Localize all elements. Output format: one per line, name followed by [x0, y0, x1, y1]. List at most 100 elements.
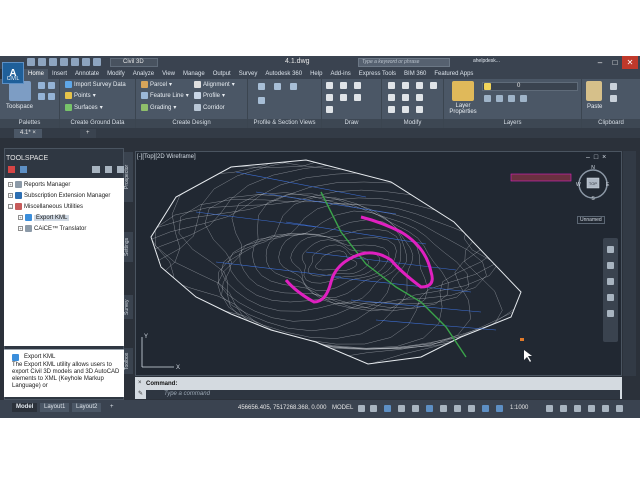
palettes-panel-title[interactable]: Palettes — [0, 119, 59, 128]
close-icon[interactable]: × — [138, 380, 142, 386]
minimize-viewport-icon[interactable]: – — [586, 154, 590, 161]
lineweight-icon[interactable] — [454, 405, 461, 412]
otrack-icon[interactable] — [426, 405, 433, 412]
palette-icon[interactable] — [38, 82, 45, 89]
tab-settings[interactable]: Settings — [124, 232, 133, 262]
copy-icon[interactable] — [388, 94, 395, 101]
tab-autodesk-360[interactable]: Autodesk 360 — [261, 69, 306, 79]
grading-button[interactable]: Grading ▾ — [141, 104, 176, 111]
tab-home[interactable]: Home — [24, 69, 49, 79]
points-button[interactable]: Points ▾ — [65, 92, 96, 99]
tab-toolbox[interactable]: Toolbox — [124, 348, 133, 374]
tab-view[interactable]: View — [158, 69, 179, 79]
steering-wheel-icon[interactable] — [607, 246, 614, 253]
expand-icon[interactable]: + — [8, 182, 13, 187]
customize-icon[interactable]: ✎ — [138, 390, 143, 397]
viewport-controls[interactable]: [-][Top][2D Wireframe] — [137, 154, 196, 160]
tree-item-subscription[interactable]: + Subscription Extension Manager — [8, 192, 110, 199]
move-icon[interactable] — [388, 82, 395, 89]
mirror-icon[interactable] — [402, 94, 409, 101]
toolspace-tool-icon[interactable] — [8, 166, 16, 173]
toolspace-button[interactable]: Toolspace — [6, 104, 33, 110]
profile-view-icon[interactable] — [258, 83, 265, 90]
layer-tool-icon[interactable] — [496, 95, 503, 102]
stretch-icon[interactable] — [388, 106, 395, 113]
tab-express-tools[interactable]: Express Tools — [355, 69, 400, 79]
tree-item-misc-utilities[interactable]: – Miscellaneous Utilities — [8, 203, 83, 210]
trim-icon[interactable] — [416, 82, 423, 89]
drawing-canvas[interactable]: Y X — [135, 151, 622, 376]
clipboard-panel-title[interactable]: Clipboard — [582, 119, 640, 128]
fillet-icon[interactable] — [416, 94, 423, 101]
pan-icon[interactable] — [607, 262, 614, 269]
zoom-icon[interactable] — [607, 278, 614, 285]
hardware-acceleration-icon[interactable] — [588, 405, 595, 412]
profile-button[interactable]: Profile ▾ — [194, 92, 225, 99]
expand-icon[interactable]: + — [8, 193, 13, 198]
import-survey-data-button[interactable]: Import Survey Data — [65, 81, 126, 88]
tab-add-ins[interactable]: Add-ins — [326, 69, 354, 79]
profile-view-thumbnail[interactable] — [510, 173, 572, 182]
annotation-visibility-icon[interactable] — [482, 405, 489, 412]
polyline-icon[interactable] — [340, 82, 347, 89]
corridor-button[interactable]: Corridor — [194, 104, 225, 111]
showmotion-icon[interactable] — [607, 310, 614, 317]
palette-icon[interactable] — [48, 93, 55, 100]
hatch-icon[interactable] — [354, 94, 361, 101]
annotation-scale-dropdown[interactable]: 1:1000 — [510, 405, 528, 411]
tab-bim-360[interactable]: BIM 360 — [400, 69, 430, 79]
isodraft-icon[interactable] — [412, 405, 419, 412]
workspace-icon[interactable] — [560, 405, 567, 412]
tab-layout2[interactable]: Layout2 — [72, 403, 102, 412]
tab-output[interactable]: Output — [209, 69, 235, 79]
viewcube[interactable]: TOP N W E S — [574, 164, 612, 200]
snap-icon[interactable] — [370, 405, 377, 412]
open-icon[interactable] — [38, 58, 46, 66]
tab-help[interactable]: Help — [306, 69, 326, 79]
array-icon[interactable] — [416, 106, 423, 113]
cut-icon[interactable] — [610, 83, 617, 90]
surfaces-button[interactable]: Surfaces ▾ — [65, 104, 103, 111]
layer-dropdown[interactable]: 0 — [482, 82, 578, 91]
tab-layout1[interactable]: Layout1 — [40, 403, 70, 412]
extend-icon[interactable] — [430, 82, 437, 89]
toolspace-tool-icon[interactable] — [20, 166, 28, 173]
layer-properties-icon[interactable] — [452, 81, 474, 101]
create-design-panel-title[interactable]: Create Design — [136, 119, 247, 128]
tab-modify[interactable]: Modify — [103, 69, 129, 79]
help-search-input[interactable]: Type a keyword or phrase — [358, 58, 450, 67]
rotate-icon[interactable] — [402, 82, 409, 89]
alignment-button[interactable]: Alignment ▾ — [194, 81, 235, 88]
workspace-dropdown[interactable]: Civil 3D — [110, 58, 158, 67]
sample-lines-icon[interactable] — [274, 83, 281, 90]
tab-survey[interactable]: Survey — [235, 69, 262, 79]
clean-screen-icon[interactable] — [602, 405, 609, 412]
close-icon[interactable]: ✕ — [622, 56, 638, 69]
orbit-icon[interactable] — [607, 294, 614, 301]
circle-icon[interactable] — [354, 82, 361, 89]
layer-tool-icon[interactable] — [484, 95, 491, 102]
ground-data-panel-title[interactable]: Create Ground Data — [60, 119, 135, 128]
text-icon[interactable] — [326, 106, 333, 113]
redo-icon[interactable] — [93, 58, 101, 66]
undo-icon[interactable] — [82, 58, 90, 66]
toolspace-icon[interactable] — [9, 81, 31, 101]
scale-icon[interactable] — [402, 106, 409, 113]
tab-annotate[interactable]: Annotate — [71, 69, 103, 79]
rectangle-icon[interactable] — [340, 94, 347, 101]
palette-icon[interactable] — [48, 82, 55, 89]
add-layout-button[interactable]: + — [106, 403, 118, 412]
tab-survey[interactable]: Survey — [124, 295, 133, 319]
expand-icon[interactable]: + — [18, 226, 23, 231]
minimize-icon[interactable]: – — [592, 56, 608, 69]
transparency-icon[interactable] — [468, 405, 475, 412]
section-view-icon[interactable] — [290, 83, 297, 90]
tree-item-caice[interactable]: + CAiCE™ Translator — [18, 225, 86, 232]
ucs-menu[interactable]: Unnamed — [577, 216, 605, 224]
modify-panel-title[interactable]: Modify — [382, 119, 443, 128]
paste-button[interactable]: Paste — [587, 104, 602, 110]
toolspace-view-icon[interactable] — [116, 166, 125, 173]
profile-section-panel-title[interactable]: Profile & Section Views — [248, 119, 321, 128]
layer-properties-button[interactable]: Layer Properties — [446, 103, 480, 115]
new-tab-button[interactable]: + — [80, 129, 96, 138]
